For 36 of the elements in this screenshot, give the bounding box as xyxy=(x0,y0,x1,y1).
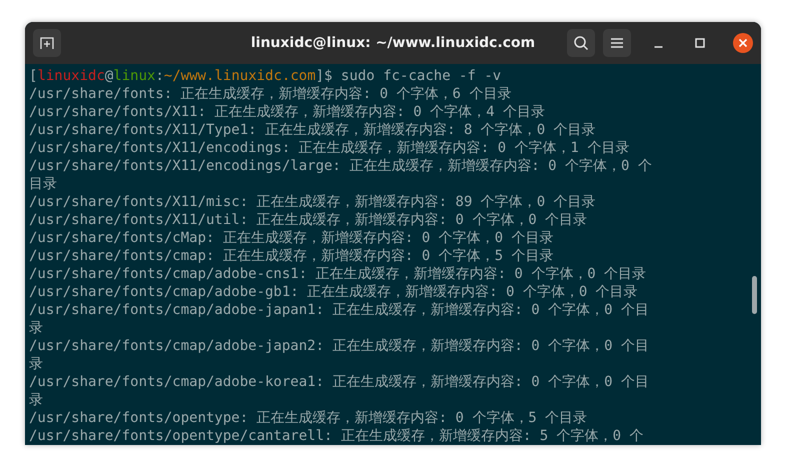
close-button[interactable] xyxy=(733,33,753,53)
output-line: /usr/share/fonts/cmap/adobe-gb1: 正在生成缓存，新增缓存内容: 0 个字体，0 个目录 xyxy=(29,283,639,301)
prompt-text: ]$ xyxy=(316,68,334,84)
menu-icon xyxy=(610,37,624,49)
search-icon xyxy=(573,35,589,51)
prompt-text: linuxidc xyxy=(37,68,105,84)
output-line: /usr/share/fonts/X11/Type1: 正在生成缓存，新增缓存内容: 8 个字体，0 个目录 xyxy=(29,121,597,139)
prompt-text: @ xyxy=(104,68,114,84)
prompt-text: ~/www.linuxidc.com xyxy=(164,68,316,84)
scrollbar-thumb[interactable] xyxy=(752,276,757,314)
output-line: /usr/share/fonts/X11: 正在生成缓存，新增缓存内容: 0 个字体，4 个目录 xyxy=(29,103,546,121)
prompt-text: [ xyxy=(29,68,38,84)
output-line: /usr/share/fonts/X11/encodings/large: 正在生成缓存，新增缓存内容: 0 个字体，0 个目录 xyxy=(29,157,652,193)
window-title: linuxidc@linux: ~/www.linuxidc.com xyxy=(250,35,536,51)
menu-button[interactable] xyxy=(603,29,631,57)
output-line: /usr/share/fonts/cmap/adobe-cns1: 正在生成缓存，新增缓存内容: 0 个字体，0 个目录 xyxy=(29,265,648,283)
output-line: /usr/share/fonts/X11/encodings: 正在生成缓存，新增缓存内容: 0 个字体，1 个目录 xyxy=(29,139,630,157)
output-line: /usr/share/fonts/opentype/cantarell: 正在生成缓存，新增缓存内容: 5 个字体，0 个 xyxy=(29,427,644,445)
output-line: /usr/share/fonts/cMap: 正在生成缓存，新增缓存内容: 0 个字体，0 个目录 xyxy=(29,229,554,247)
minimize-icon xyxy=(654,46,662,48)
output-line: /usr/share/fonts/cmap/adobe-korea1: 正在生成缓存，新增缓存内容: 0 个字体，0 个目录 xyxy=(29,373,650,409)
output-line: /usr/share/fonts/X11/misc: 正在生成缓存，新增缓存内容: 89 个字体，0 个目录 xyxy=(29,193,597,211)
output-line: /usr/share/fonts/cmap/adobe-japan1: 正在生成缓存，新增缓存内容: 0 个字体，0 个目录 xyxy=(29,301,650,337)
output-line: /usr/share/fonts/opentype: 正在生成缓存，新增缓存内容: 0 个字体，5 个目录 xyxy=(29,409,588,427)
close-icon xyxy=(738,38,748,48)
prompt-text: : xyxy=(155,68,164,84)
prompt-text: linux xyxy=(113,68,156,84)
new-tab-button[interactable] xyxy=(33,29,61,57)
output-line: /usr/share/fonts/cmap/adobe-japan2: 正在生成缓存，新增缓存内容: 0 个字体，0 个目录 xyxy=(29,337,650,373)
output-line: /usr/share/fonts: 正在生成缓存，新增缓存内容: 0 个字体，6 个目录 xyxy=(29,85,512,103)
maximize-icon xyxy=(695,38,705,48)
output-line: /usr/share/fonts/cmap: 正在生成缓存，新增缓存内容: 0 个字体，5 个目录 xyxy=(29,247,554,265)
new-tab-icon xyxy=(40,36,54,50)
output-line: /usr/share/fonts/X11/util: 正在生成缓存，新增缓存内容: 0 个字体，0 个目录 xyxy=(29,211,588,229)
command-text: sudo fc-cache -f -v xyxy=(340,68,502,84)
search-button[interactable] xyxy=(567,29,595,57)
